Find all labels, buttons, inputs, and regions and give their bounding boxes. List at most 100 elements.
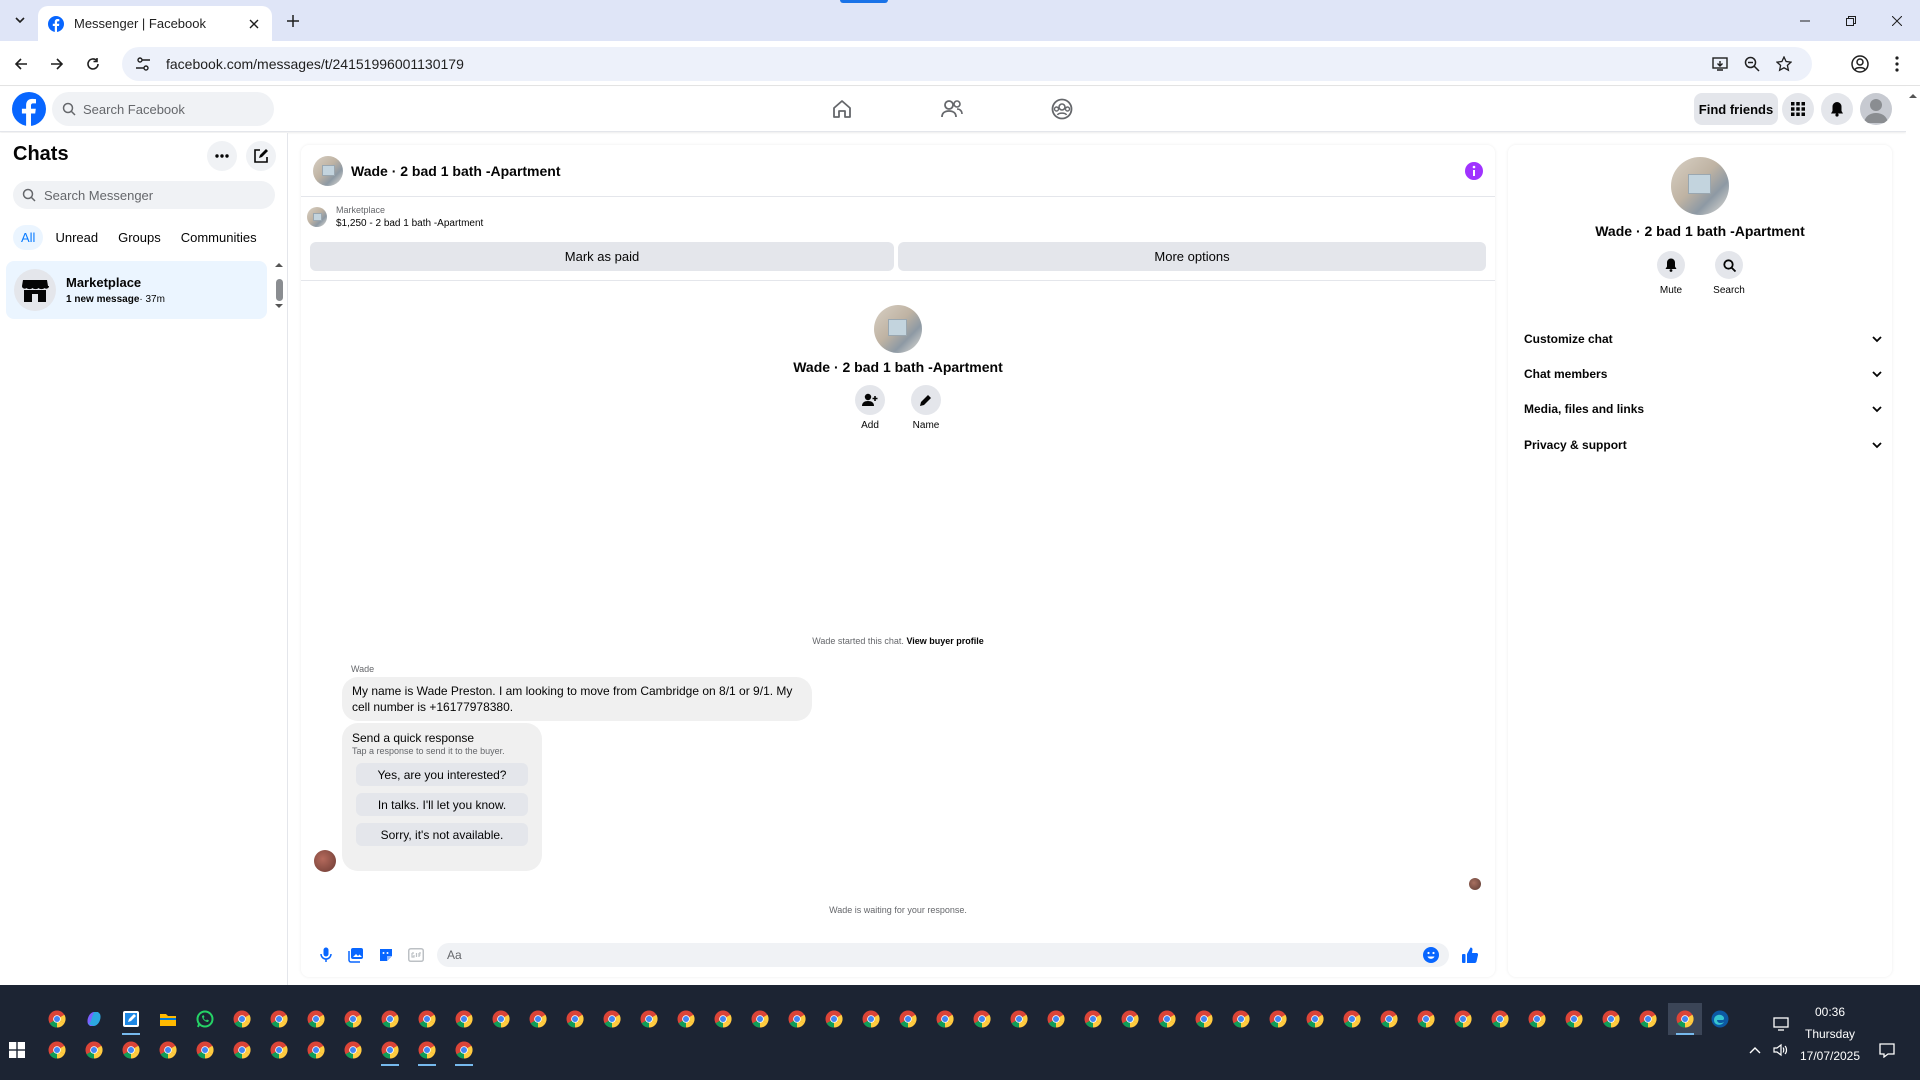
taskbar-search-app-icon[interactable] [40, 1003, 74, 1035]
minimize-icon[interactable] [1782, 0, 1828, 41]
filter-unread[interactable]: Unread [47, 225, 106, 250]
taskbar-chrome-window-9[interactable] [521, 1003, 555, 1035]
privacy-support-section[interactable]: Privacy & support [1518, 430, 1888, 460]
browser-menu-icon[interactable] [1882, 49, 1912, 79]
zoom-icon[interactable] [1736, 50, 1768, 78]
taskbar-chrome-window-12[interactable] [632, 1003, 666, 1035]
chat-members-section[interactable]: Chat members [1518, 359, 1888, 389]
chat-item-marketplace[interactable]: Marketplace 1 new message· 37m [6, 261, 267, 319]
taskbar-chrome-window-14[interactable] [706, 1003, 740, 1035]
search-in-chat-button[interactable]: Search [1710, 251, 1748, 296]
facebook-search-input[interactable]: Search Facebook [52, 92, 274, 126]
site-info-icon[interactable] [134, 55, 152, 73]
taskbar-chrome-window-27[interactable] [1187, 1003, 1221, 1035]
taskbar-chrome-window-row2-12[interactable] [447, 1034, 481, 1066]
mute-button[interactable]: Mute [1652, 251, 1690, 296]
quick-reply-in-talks[interactable]: In talks. I'll let you know. [356, 793, 528, 816]
taskbar-chrome-window-34[interactable] [1446, 1003, 1480, 1035]
emoji-icon[interactable] [1423, 947, 1439, 963]
taskbar-chrome-window-19[interactable] [891, 1003, 925, 1035]
gif-icon[interactable] [401, 940, 431, 970]
taskbar-chrome-window-row2-11[interactable] [410, 1034, 444, 1066]
microphone-icon[interactable] [311, 940, 341, 970]
name-chat-button[interactable]: Name [911, 385, 941, 431]
taskbar-chrome-window-20[interactable] [928, 1003, 962, 1035]
photo-attach-icon[interactable] [341, 940, 371, 970]
restore-icon[interactable] [1828, 0, 1874, 41]
taskbar-chrome-window-3[interactable] [299, 1003, 333, 1035]
taskbar-edge-icon[interactable] [1703, 1003, 1737, 1035]
windows-start-icon[interactable] [0, 1034, 34, 1066]
taskbar-chrome-window-row2-9[interactable] [336, 1034, 370, 1066]
taskbar-chrome-window-31[interactable] [1335, 1003, 1369, 1035]
back-arrow-icon[interactable] [6, 49, 36, 79]
taskbar-whatsapp-icon[interactable] [188, 1003, 222, 1035]
more-options-button[interactable]: More options [898, 242, 1486, 271]
close-window-icon[interactable] [1874, 0, 1920, 41]
sender-avatar[interactable] [314, 850, 336, 872]
taskbar-chrome-window-16[interactable] [780, 1003, 814, 1035]
taskbar-chrome-window-11[interactable] [595, 1003, 629, 1035]
messenger-search-input[interactable]: Search Messenger [13, 181, 275, 209]
taskbar-chrome-window-row2-3[interactable] [114, 1034, 148, 1066]
listing-price-title[interactable]: $1,250 - 2 bad 1 bath -Apartment [336, 218, 483, 229]
clock-time[interactable]: 00:36 [1800, 1005, 1860, 1019]
taskbar-chrome-window-23[interactable] [1039, 1003, 1073, 1035]
chat-options-icon[interactable] [207, 141, 237, 171]
install-app-icon[interactable] [1704, 50, 1736, 78]
taskbar-chrome-window-1[interactable] [225, 1003, 259, 1035]
taskbar-chrome-window-row2-8[interactable] [299, 1034, 333, 1066]
groups-icon[interactable] [1032, 90, 1092, 128]
filter-groups[interactable]: Groups [110, 225, 169, 250]
volume-icon[interactable] [1766, 1034, 1796, 1066]
new-message-icon[interactable] [246, 141, 276, 171]
taskbar-chrome-window-2[interactable] [262, 1003, 296, 1035]
notifications-bell-icon[interactable] [1821, 93, 1853, 125]
taskbar-file-explorer-icon[interactable] [151, 1003, 185, 1035]
bookmark-star-icon[interactable] [1768, 50, 1800, 78]
taskbar-chrome-window-row2-6[interactable] [225, 1034, 259, 1066]
taskbar-chrome-window-row2-2[interactable] [77, 1034, 111, 1066]
tab-search-dropdown-icon[interactable] [8, 8, 32, 32]
taskbar-chrome-window-5[interactable] [373, 1003, 407, 1035]
sidebar-scroll-thumb[interactable] [276, 279, 283, 301]
taskbar-chrome-window-15[interactable] [743, 1003, 777, 1035]
taskbar-chrome-window-13[interactable] [669, 1003, 703, 1035]
filter-all[interactable]: All [13, 225, 44, 250]
sticker-icon[interactable] [371, 940, 401, 970]
media-files-links-section[interactable]: Media, files and links [1518, 394, 1888, 424]
taskbar-chrome-window-40[interactable] [1668, 1003, 1702, 1035]
taskbar-chrome-window-21[interactable] [965, 1003, 999, 1035]
taskbar-chrome-window-25[interactable] [1113, 1003, 1147, 1035]
taskbar-chrome-window-6[interactable] [410, 1003, 444, 1035]
reload-icon[interactable] [78, 49, 108, 79]
taskbar-chrome-window-24[interactable] [1076, 1003, 1110, 1035]
listing-thumbnail[interactable] [307, 207, 327, 227]
profile-icon[interactable] [1845, 49, 1875, 79]
browser-tab-messenger[interactable]: Messenger | Facebook [38, 6, 272, 41]
incoming-message-bubble[interactable]: My name is Wade Preston. I am looking to… [342, 677, 812, 721]
taskbar-chrome-window-30[interactable] [1298, 1003, 1332, 1035]
taskbar-chrome-window-4[interactable] [336, 1003, 370, 1035]
taskbar-chrome-window-36[interactable] [1520, 1003, 1554, 1035]
account-avatar[interactable] [1860, 93, 1892, 125]
conversation-title[interactable]: Wade · 2 bad 1 bath -Apartment [351, 163, 1465, 179]
filter-communities[interactable]: Communities [173, 225, 265, 250]
taskbar-chrome-window-7[interactable] [447, 1003, 481, 1035]
taskbar-editor-icon[interactable] [114, 1003, 148, 1035]
taskbar-chrome-window-row2-4[interactable] [151, 1034, 185, 1066]
add-people-button[interactable]: Add [855, 385, 885, 431]
mark-as-paid-button[interactable]: Mark as paid [310, 242, 894, 271]
quick-reply-not-available[interactable]: Sorry, it's not available. [356, 823, 528, 846]
home-icon[interactable] [812, 90, 872, 128]
thumbs-up-icon[interactable] [1455, 940, 1485, 970]
taskbar-chrome-window-33[interactable] [1409, 1003, 1443, 1035]
customize-chat-section[interactable]: Customize chat [1518, 324, 1888, 354]
info-panel-avatar[interactable] [1671, 157, 1729, 215]
taskbar-chrome-window-row2-7[interactable] [262, 1034, 296, 1066]
address-bar[interactable]: facebook.com/messages/t/2415199600113017… [122, 47, 1812, 81]
tab-close-icon[interactable] [246, 16, 262, 32]
page-scrollbar[interactable] [1906, 87, 1920, 985]
quick-reply-interested[interactable]: Yes, are you interested? [356, 763, 528, 786]
taskbar-chrome-window-39[interactable] [1631, 1003, 1665, 1035]
